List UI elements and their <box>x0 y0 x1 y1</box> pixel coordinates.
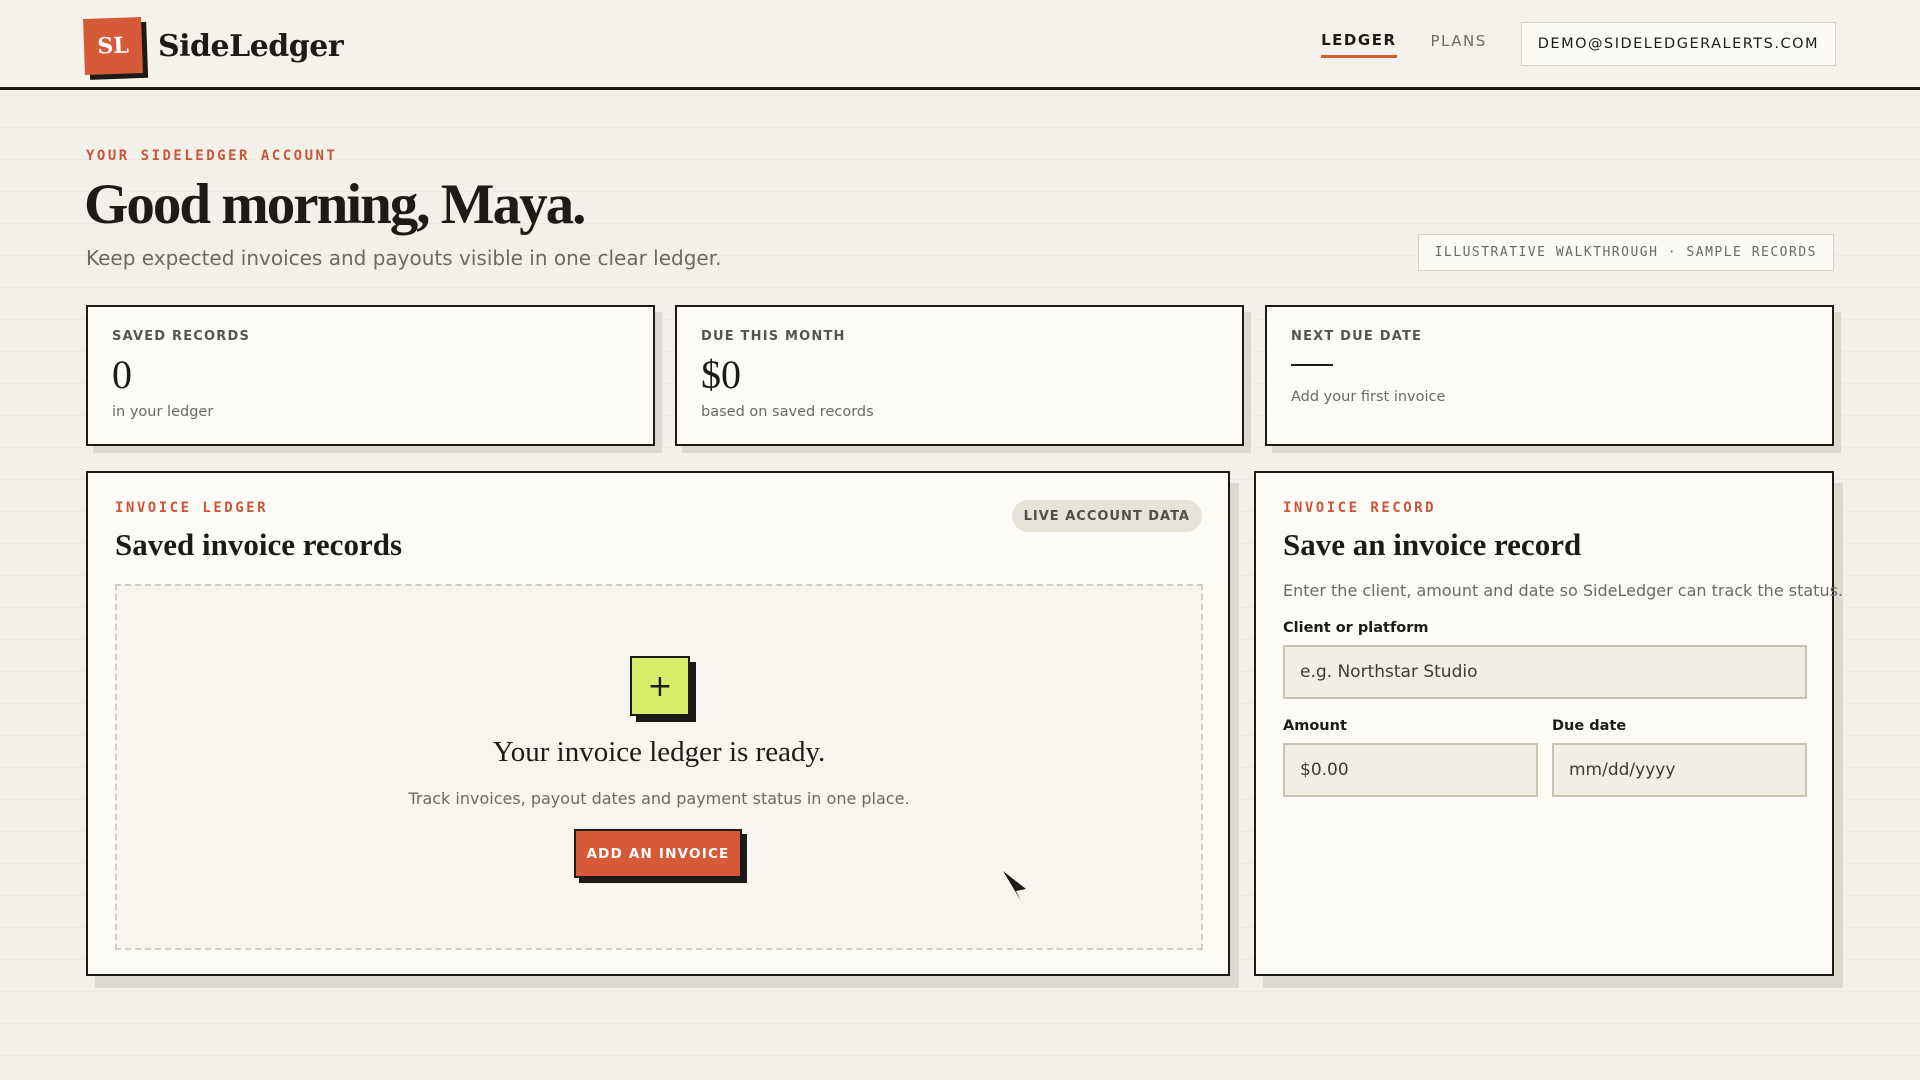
account-email-button[interactable]: DEMO@SIDELEDGERALERTS.COM <box>1520 22 1836 66</box>
empty-ledger-state: + Your invoice ledger is ready. Track in… <box>115 584 1203 950</box>
amount-input[interactable] <box>1283 743 1538 797</box>
client-field-label: Client or platform <box>1283 620 1429 636</box>
empty-value-dash <box>1291 364 1333 366</box>
page-title: Good morning, Maya. <box>84 173 586 236</box>
empty-state-title: Your invoice ledger is ready. <box>492 736 826 768</box>
brand-logo-link[interactable]: SL SideLedger <box>83 17 344 75</box>
record-description: Enter the client, amount and date so Sid… <box>1283 581 1843 600</box>
page-subtitle: Keep expected invoices and payouts visib… <box>86 246 722 270</box>
stat-card-next-due-date: NEXT DUE DATE Add your first invoice <box>1265 305 1834 446</box>
stat-label: SAVED RECORDS <box>112 329 251 344</box>
stat-value: $0 <box>701 352 741 397</box>
record-eyebrow: INVOICE RECORD <box>1283 500 1437 516</box>
top-navigation-bar: SL SideLedger LEDGER PLANS DEMO@SIDELEDG… <box>0 0 1920 90</box>
logo-icon: SL <box>83 17 143 75</box>
stat-card-due-this-month: DUE THIS MONTH $0 based on saved records <box>675 305 1244 446</box>
brand-name: SideLedger <box>158 28 344 64</box>
due-date-input[interactable] <box>1552 743 1807 797</box>
plus-icon[interactable]: + <box>630 656 690 716</box>
empty-state-description: Track invoices, payout dates and payment… <box>408 789 910 808</box>
amount-field-label: Amount <box>1283 718 1347 734</box>
due-date-field-label: Due date <box>1552 718 1627 734</box>
stat-note: based on saved records <box>701 404 874 420</box>
stat-card-saved-records: SAVED RECORDS 0 in your ledger <box>86 305 655 446</box>
ledger-title: Saved invoice records <box>115 527 403 562</box>
stat-note: Add your first invoice <box>1291 389 1446 405</box>
mouse-pointer-icon <box>1003 871 1027 902</box>
record-title: Save an invoice record <box>1283 527 1582 562</box>
live-data-badge: LIVE ACCOUNT DATA <box>1011 500 1202 532</box>
stat-label: DUE THIS MONTH <box>701 329 846 344</box>
stat-note: in your ledger <box>112 404 214 420</box>
nav-link-ledger[interactable]: LEDGER <box>1321 31 1397 58</box>
client-input[interactable] <box>1283 645 1807 699</box>
invoice-ledger-panel: INVOICE LEDGER Saved invoice records LIV… <box>86 471 1230 976</box>
account-eyebrow: YOUR SIDELEDGER ACCOUNT <box>86 148 338 164</box>
stat-value: 0 <box>112 352 132 397</box>
ledger-eyebrow: INVOICE LEDGER <box>115 500 269 516</box>
add-invoice-button[interactable]: ADD AN INVOICE <box>574 829 742 878</box>
stat-label: NEXT DUE DATE <box>1291 329 1423 344</box>
main-nav: LEDGER PLANS DEMO@SIDELEDGERALERTS.COM <box>1321 22 1836 66</box>
invoice-record-panel: INVOICE RECORD Save an invoice record En… <box>1254 471 1843 976</box>
nav-link-plans[interactable]: PLANS <box>1431 32 1487 56</box>
sample-records-badge: ILLUSTRATIVE WALKTHROUGH · SAMPLE RECORD… <box>1417 234 1834 271</box>
